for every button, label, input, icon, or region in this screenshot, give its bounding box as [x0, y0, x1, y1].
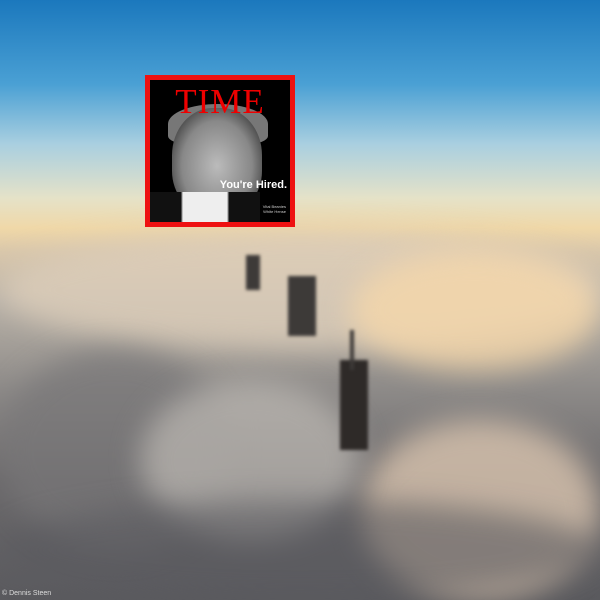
- cloud-bank: [350, 250, 600, 370]
- portrait-suit: [150, 192, 260, 222]
- aerial-fog-city-photo: [0, 0, 600, 600]
- cloud-bank: [0, 500, 600, 600]
- cover-subline: Vital Beanies White Hense: [262, 204, 286, 214]
- masthead: TIME: [175, 82, 265, 121]
- skyscraper: [288, 276, 316, 336]
- time-magazine-cover: TIME You're Hired. Vital Beanies White H…: [145, 75, 295, 227]
- cover-headline: You're Hired.: [219, 179, 287, 191]
- skyscraper-spire: [350, 330, 354, 370]
- skyscraper: [246, 255, 260, 290]
- skyscraper: [340, 360, 368, 450]
- photo-credit: © Dennis Steen: [2, 590, 52, 597]
